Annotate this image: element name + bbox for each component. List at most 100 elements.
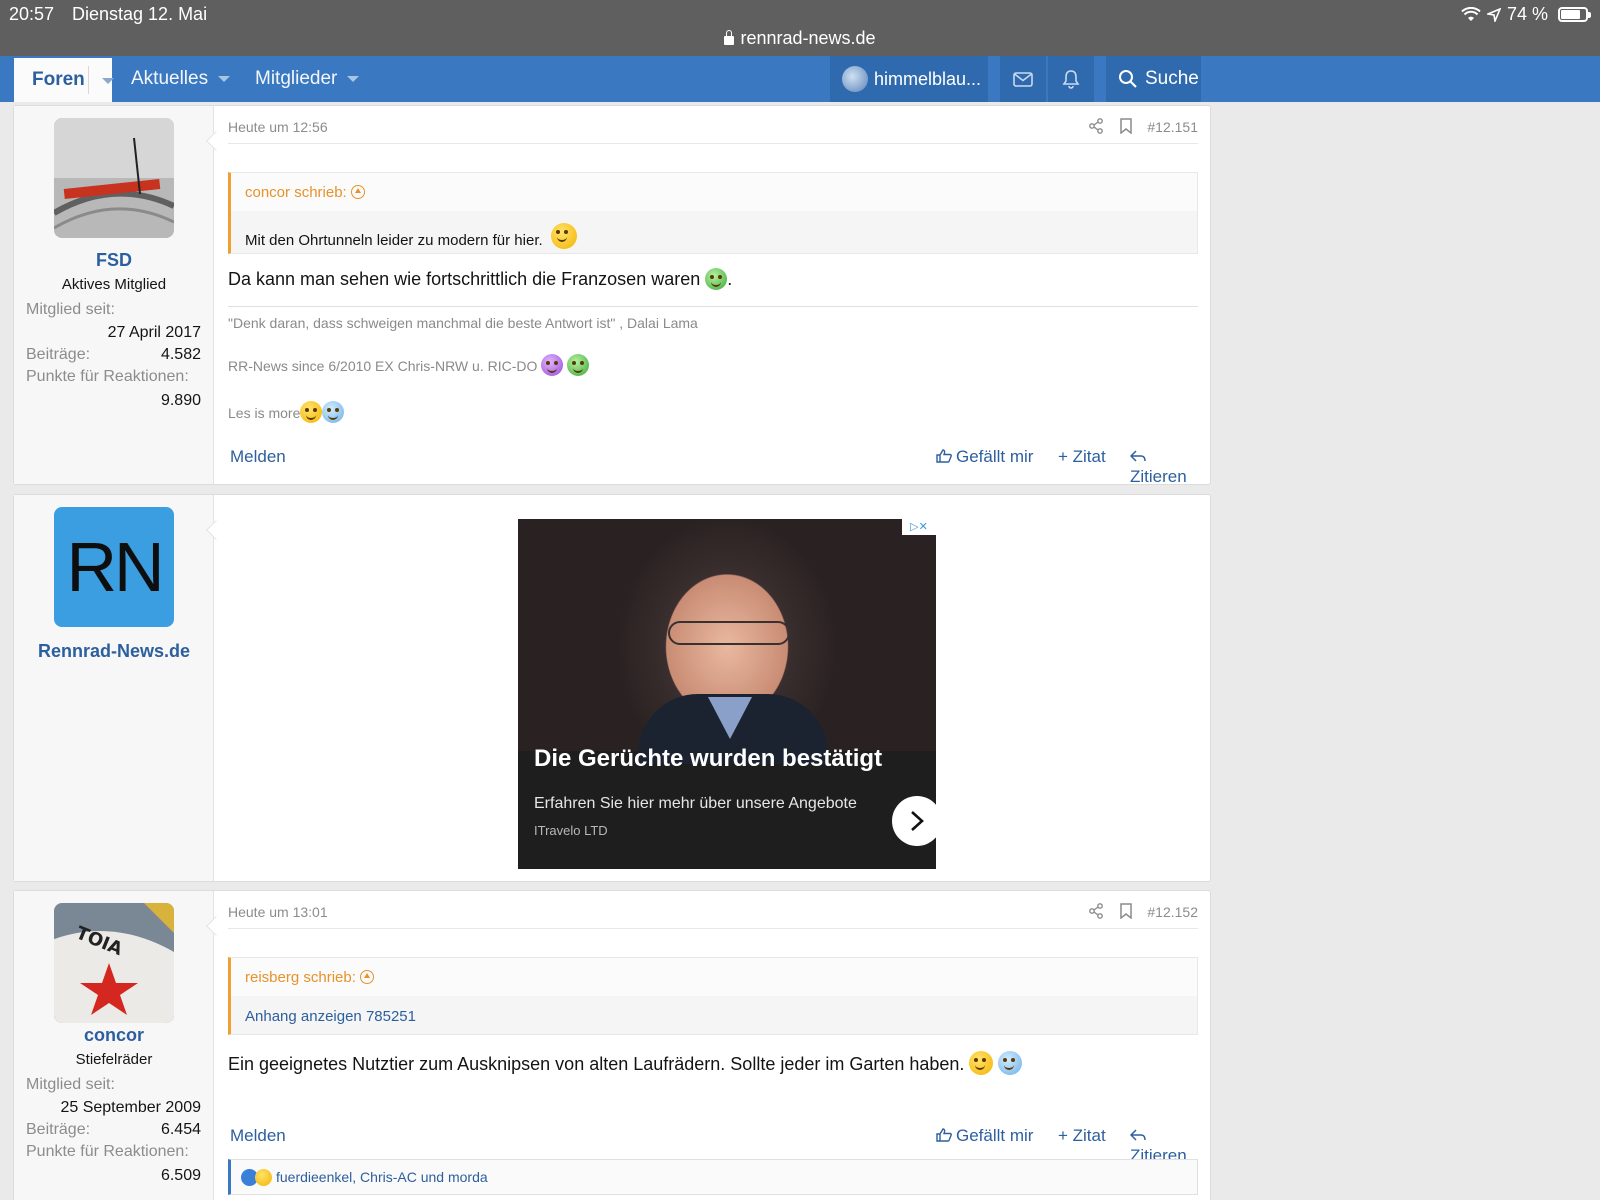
ad-choices-close-icon[interactable]: ▷✕ (902, 519, 936, 535)
member-since-value: 25 September 2009 (60, 1099, 201, 1116)
arrow-up-circle-icon[interactable] (359, 970, 374, 984)
bookmark-icon[interactable] (1120, 118, 1132, 134)
share-icon[interactable] (1088, 903, 1104, 919)
post-date[interactable]: Heute um 12:56 (228, 119, 328, 135)
cool-emoji-icon (322, 401, 345, 423)
posts-count-label: Beiträge: (26, 1121, 91, 1138)
chevron-down-icon[interactable] (102, 78, 114, 84)
attachment-link[interactable]: Anhang anzeigen 785251 (245, 1008, 416, 1025)
posts-count-label: Beiträge: (26, 346, 91, 363)
post-header: Heute um 13:01 #12.152 (228, 891, 1198, 929)
reply-icon (1130, 450, 1146, 462)
quote-header[interactable]: concor schrieb: (231, 173, 1197, 211)
signature-line: "Denk daran, dass schweigen manchmal die… (228, 315, 698, 331)
grin-emoji-icon (705, 268, 728, 290)
nav-tab-aktuelles-label: Aktuelles (131, 68, 209, 89)
sponsor-logo[interactable]: RN (54, 507, 174, 627)
multiquote-button[interactable]: + Zitat (1058, 447, 1106, 467)
ad-image-detail (668, 621, 790, 645)
quote-block: concor schrieb: Mit den Ohrtunneln leide… (228, 172, 1198, 254)
advertisement[interactable]: ▷✕ Die Gerüchte wurden bestätigt Erfahre… (518, 519, 936, 869)
nav-tab-mitglieder[interactable]: Mitglieder (255, 56, 360, 102)
ad-image (518, 519, 936, 764)
avatar-image (54, 118, 174, 238)
main-navigation: Foren Aktuelles Mitglieder himmelblau...… (0, 56, 1600, 102)
member-since-label: Mitglied seit: (26, 1076, 115, 1093)
user-title: Stiefelräder (75, 1051, 153, 1068)
status-time: 20:57 (9, 4, 55, 24)
like-button[interactable]: Gefällt mir (936, 1126, 1033, 1146)
share-icon[interactable] (1088, 118, 1104, 134)
reaction-points-label: Punkte für Reaktionen: (26, 1143, 189, 1160)
nav-tab-aktuelles[interactable]: Aktuelles (131, 56, 231, 102)
signature-line-with-emoji: RR-News since 6/2010 EX Chris-NRW u. RIC… (228, 354, 590, 376)
chevron-down-icon (347, 76, 360, 82)
address-bar[interactable]: rennrad-news.de (0, 28, 1600, 49)
post-content: Heute um 12:56 #12.151 concor schrieb: M… (228, 106, 1198, 486)
avatar[interactable] (54, 118, 174, 238)
signature-line: RR-News since 6/2010 EX Chris-NRW u. RIC… (228, 358, 538, 374)
post-message: Da kann man sehen wie fortschrittlich di… (228, 268, 732, 290)
account-menu[interactable]: himmelblau... (830, 56, 988, 102)
post-content: Heute um 13:01 #12.152 reisberg schrieb:… (228, 891, 1198, 1200)
lock-icon (724, 30, 735, 45)
multiquote-button[interactable]: + Zitat (1058, 1126, 1106, 1146)
reactions-list[interactable]: fuerdieenkel, Chris-AC und morda (276, 1169, 488, 1185)
chevron-right-icon (911, 811, 924, 831)
arrow-up-circle-icon[interactable] (350, 185, 365, 199)
posts-count-value: 4.582 (160, 346, 201, 363)
post-number[interactable]: #12.152 (1147, 904, 1198, 920)
cool-emoji-icon (998, 1051, 1023, 1075)
ad-post: RN Rennrad-News.de ▷✕ Die Gerüchte wurde… (13, 494, 1211, 882)
reactions-bar[interactable]: fuerdieenkel, Chris-AC und morda (228, 1159, 1198, 1195)
user-avatar (842, 66, 868, 92)
member-since-label: Mitglied seit: (26, 301, 115, 318)
inbox-button[interactable] (1000, 56, 1046, 102)
quote-body: Anhang anzeigen 785251 (231, 996, 1197, 1035)
post-message: Ein geeignetes Nutztier zum Ausknipsen v… (228, 1051, 1023, 1075)
location-icon (1486, 7, 1501, 22)
post-date[interactable]: Heute um 13:01 (228, 904, 328, 920)
ad-brand: ITravelo LTD (534, 823, 608, 838)
user-title: Aktives Mitglied (61, 276, 167, 293)
search-button[interactable]: Suche (1106, 56, 1201, 102)
ad-subtitle: Erfahren Sie hier mehr über unsere Angeb… (534, 795, 857, 812)
member-since-value: 27 April 2017 (107, 324, 201, 341)
account-username: himmelblau... (874, 68, 982, 89)
bookmark-icon[interactable] (1120, 903, 1132, 919)
signature-line-with-emoji: Les is more (228, 401, 345, 423)
thumbs-up-icon (936, 449, 952, 463)
divider (88, 66, 89, 94)
search-label: Suche (1145, 68, 1199, 89)
nav-tab-foren[interactable]: Foren (14, 58, 114, 102)
avatar[interactable]: TOIA (54, 903, 174, 1023)
sponsor-name[interactable]: Rennrad-News.de (14, 641, 214, 662)
wifi-icon (1461, 6, 1481, 21)
reply-icon (1130, 1129, 1146, 1141)
reply-quote-button[interactable]: Zitieren (1130, 447, 1198, 487)
alerts-button[interactable] (1048, 56, 1094, 102)
reaction-points-value: 6.509 (160, 1167, 201, 1184)
post-author-name[interactable]: FSD (14, 250, 214, 271)
ad-sponsor-panel: RN Rennrad-News.de (14, 495, 214, 881)
thumbs-up-icon (936, 1128, 952, 1142)
battery-icon (1558, 7, 1591, 22)
haha-reaction-icon (255, 1169, 272, 1186)
reply-quote-label: Zitieren (1130, 467, 1187, 486)
envelope-icon (1013, 71, 1033, 87)
post-author-name[interactable]: concor (14, 1025, 214, 1046)
chevron-down-icon (218, 76, 231, 82)
signature-divider (228, 306, 1198, 307)
quote-header[interactable]: reisberg schrieb: (231, 958, 1197, 996)
post: FSD Aktives Mitglied Mitglied seit: 27 A… (13, 105, 1211, 486)
post-number[interactable]: #12.151 (1147, 119, 1198, 135)
wink-emoji-icon (969, 1051, 994, 1075)
report-link[interactable]: Melden (230, 447, 286, 467)
search-icon (1119, 70, 1137, 88)
post: TOIA concor Stiefelräder Mitglied seit: … (13, 890, 1211, 1200)
status-bar: 20:57 Dienstag 12. Mai 74 % rennrad-news… (0, 0, 1600, 56)
report-link[interactable]: Melden (230, 1126, 286, 1146)
quote-author: concor schrieb: (245, 184, 347, 201)
ad-next-button[interactable] (892, 796, 936, 846)
like-button[interactable]: Gefällt mir (936, 447, 1033, 467)
